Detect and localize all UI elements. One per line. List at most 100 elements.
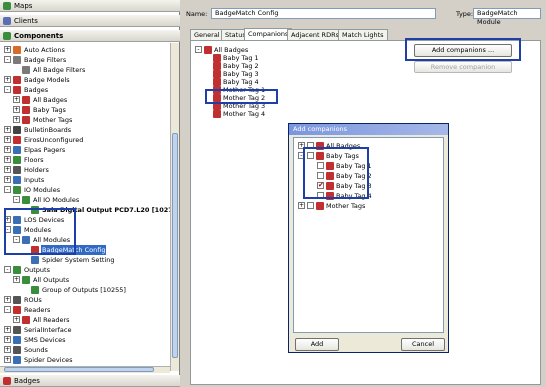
expand-toggle-icon[interactable]: + (4, 156, 11, 163)
cancel-button[interactable]: Cancel (401, 338, 445, 351)
expand-toggle-icon[interactable]: + (13, 316, 20, 323)
tree-item[interactable]: + Inputs (0, 175, 170, 185)
expand-toggle-icon[interactable]: - (13, 236, 20, 243)
tree-item[interactable]: + Mother Tags (0, 115, 170, 125)
checkbox[interactable] (307, 142, 314, 149)
tree-item[interactable]: Saia Digital Output PCD7.L20 [1027 (0, 205, 170, 215)
expand-toggle-icon[interactable]: + (4, 216, 11, 223)
tree-item[interactable]: + All Outputs (0, 275, 170, 285)
expand-toggle-icon[interactable]: + (13, 96, 20, 103)
nav-label: Components (14, 32, 64, 40)
hscroll-thumb[interactable] (4, 367, 154, 372)
expand-toggle-icon[interactable]: + (4, 336, 11, 343)
tree-item-label: All Badges (33, 96, 68, 104)
expand-toggle-icon[interactable]: + (4, 46, 11, 53)
expand-toggle-icon[interactable]: + (13, 276, 20, 283)
expand-toggle-icon[interactable]: + (13, 106, 20, 113)
badge-icon (213, 102, 221, 110)
tree-item[interactable]: + LOS Devices (0, 215, 170, 225)
tree-item[interactable]: Spider System Setting (0, 255, 170, 265)
tree-item[interactable]: + Badge Models (0, 75, 170, 85)
tree-item[interactable]: + Sounds (0, 345, 170, 355)
nav-clients[interactable]: Clients (0, 15, 180, 27)
badge-icon (22, 116, 30, 124)
checkbox[interactable] (317, 162, 324, 169)
serial-icon (13, 326, 21, 334)
tree-item-label: All Modules (33, 236, 71, 244)
expand-toggle-icon[interactable]: - (4, 56, 11, 63)
tree-item[interactable]: - Readers (0, 305, 170, 315)
tree-item[interactable]: + ROUs (0, 295, 170, 305)
checkbox[interactable] (317, 172, 324, 179)
tree-item[interactable]: + SMS Devices (0, 335, 170, 345)
expand-toggle-icon[interactable]: + (4, 136, 11, 143)
expand-toggle-icon[interactable]: + (4, 176, 11, 183)
tree-item[interactable]: - Outputs (0, 265, 170, 275)
name-field[interactable]: BadgeMatch Config (211, 8, 436, 19)
expand-toggle-icon[interactable]: - (4, 266, 11, 273)
tree-item[interactable]: + BulletinBoards (0, 125, 170, 135)
expand-toggle-icon[interactable]: - (4, 226, 11, 233)
expand-toggle-icon[interactable]: + (4, 126, 11, 133)
checkbox[interactable] (307, 202, 314, 209)
badge-icon (326, 182, 334, 190)
expand-toggle-icon[interactable]: + (4, 356, 11, 363)
tree-item[interactable]: + Auto Actions (0, 45, 170, 55)
tree-item[interactable]: + Floors (0, 155, 170, 165)
remove-companion-button[interactable]: Remove companion (414, 61, 512, 73)
name-label: Name: (186, 10, 208, 18)
tree-item[interactable]: BadgeMatch Config (0, 245, 170, 255)
expand-toggle-icon[interactable]: + (4, 166, 11, 173)
collapse-toggle-icon[interactable]: - (195, 46, 202, 53)
badgematch-icon (31, 246, 39, 254)
expand-toggle-icon[interactable]: - (298, 152, 305, 159)
tree-item[interactable]: - All IO Modules (0, 195, 170, 205)
tree-item[interactable]: - Badges (0, 85, 170, 95)
tree-item[interactable]: + All Readers (0, 315, 170, 325)
expand-toggle-icon[interactable]: + (4, 326, 11, 333)
tree-item[interactable]: Group of Outputs [10255] (0, 285, 170, 295)
expand-toggle-icon[interactable]: + (298, 202, 305, 209)
expand-toggle-icon[interactable]: - (4, 86, 11, 93)
nav-maps[interactable]: Maps (0, 0, 180, 12)
tree-horizontal-scrollbar[interactable] (0, 366, 170, 373)
filter-list-icon (22, 66, 30, 74)
tree-item[interactable]: - Modules (0, 225, 170, 235)
tree-item[interactable]: + EirosUnconfigured (0, 135, 170, 145)
tree-item[interactable]: - IO Modules (0, 185, 170, 195)
expand-toggle-icon[interactable]: - (13, 196, 20, 203)
tree-item[interactable]: + Baby Tags (0, 105, 170, 115)
tree-item[interactable]: All Badge Filters (0, 65, 170, 75)
checkbox[interactable]: ✔ (317, 182, 324, 189)
nav-components[interactable]: Components (0, 30, 180, 42)
nav-badges[interactable]: Badges (0, 375, 180, 387)
tree-item[interactable]: - Badge Filters (0, 55, 170, 65)
floor-icon (13, 156, 21, 164)
tree-vertical-scrollbar[interactable] (170, 43, 179, 371)
scrollbar-thumb[interactable] (172, 133, 178, 358)
expand-toggle-icon[interactable]: + (4, 146, 11, 153)
expand-toggle-icon[interactable]: + (4, 296, 11, 303)
expand-toggle-icon[interactable]: + (298, 142, 305, 149)
expand-toggle-icon[interactable]: - (4, 306, 11, 313)
tree-item[interactable]: + All Badges (0, 95, 170, 105)
tree-item[interactable]: - All Modules (0, 235, 170, 245)
expand-toggle-icon[interactable]: + (4, 346, 11, 353)
expand-toggle-icon[interactable]: - (4, 186, 11, 193)
checkbox[interactable] (317, 192, 324, 199)
checkbox[interactable] (307, 152, 314, 159)
tree-item[interactable]: + Elpas Pagers (0, 145, 170, 155)
type-field[interactable]: BadgeMatch Module (473, 8, 541, 26)
tree-item[interactable]: + Holders (0, 165, 170, 175)
tree-item-label: Readers (24, 306, 51, 314)
add-button[interactable]: Add (295, 338, 339, 351)
expand-toggle-icon[interactable]: + (13, 116, 20, 123)
tree-item-label: Floors (24, 156, 44, 164)
expand-toggle-icon[interactable]: + (4, 76, 11, 83)
tree-item[interactable]: + Spider Devices (0, 355, 170, 365)
nav-label: Maps (14, 2, 33, 10)
tree-item[interactable]: + SerialInterface (0, 325, 170, 335)
dialog-item-label: Baby Tag 3 (336, 182, 372, 190)
tree-item-label: Auto Actions (24, 46, 65, 54)
add-companions-button[interactable]: Add companions ... (414, 44, 512, 57)
